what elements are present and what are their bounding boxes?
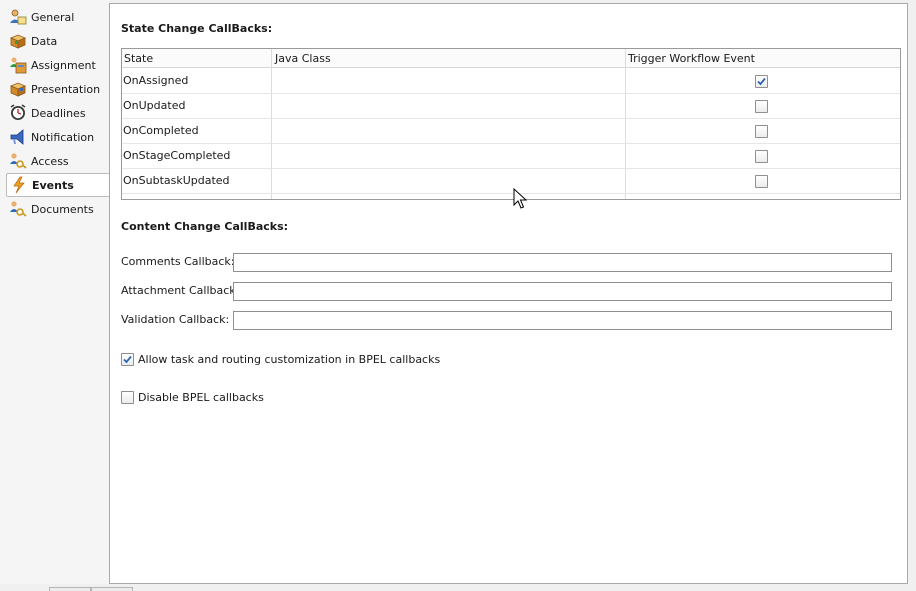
trigger-checkbox[interactable] [755,75,768,88]
validation-callback-label: Validation Callback: [121,313,230,326]
sidebar-item-access[interactable]: Access [8,150,109,172]
comments-callback-input[interactable] [233,253,892,272]
mouse-pointer-icon [513,188,527,209]
content-callbacks-title: Content Change CallBacks: [121,220,289,233]
sidebar-item-label: Data [31,34,58,48]
sidebar-item-label: Access [31,154,69,168]
sidebar-item-assignment[interactable]: Assignment [8,54,109,76]
trigger-checkbox[interactable] [755,100,768,113]
events-icon [9,175,29,195]
trigger-checkbox[interactable] [755,125,768,138]
column-header-trigger[interactable]: Trigger Workflow Event [626,49,755,68]
allow-customization-option[interactable]: Allow task and routing customization in … [121,353,440,366]
comments-callback-label: Comments Callback: [121,255,235,268]
bottom-tab[interactable] [49,587,91,591]
table-header: State Java Class Trigger Workflow Event [122,49,900,68]
table-row[interactable]: OnCompleted [122,119,900,144]
java-class-cell[interactable] [272,94,625,118]
disable-bpel-checkbox[interactable] [121,391,134,404]
sidebar-item-label: Notification [31,130,95,144]
table-row[interactable]: OnStageCompleted [122,144,900,169]
presentation-icon [8,79,28,99]
column-header-java-class[interactable]: Java Class [273,49,331,68]
sidebar-item-general[interactable]: General [8,6,109,28]
column-header-state[interactable]: State [122,49,153,68]
state-cell: OnSubtaskUpdated [123,174,230,187]
notification-icon [8,127,28,147]
bottom-strip [0,584,916,591]
attachment-callback-label: Attachment Callback: [121,284,240,297]
sidebar-item-label: Events [32,178,74,192]
attachment-callback-input[interactable] [233,282,892,301]
sidebar-item-label: Assignment [31,58,96,72]
bottom-tab[interactable] [91,587,133,591]
sidebar-item-data[interactable]: Data [8,30,109,52]
sidebar-item-label: General [31,10,75,24]
allow-customization-checkbox[interactable] [121,353,134,366]
sidebar-item-label: Deadlines [31,106,86,120]
table-row[interactable]: OnUpdated [122,94,900,119]
sidebar-item-label: Presentation [31,82,101,96]
table-row[interactable]: OnSubtaskUpdated [122,169,900,194]
java-class-cell[interactable] [272,69,625,93]
sidebar-item-label: Documents [31,202,94,216]
allow-customization-label: Allow task and routing customization in … [138,353,441,366]
sidebar-item-documents[interactable]: Documents [8,198,109,220]
sidebar: General Data Assignment Presentation Dea… [0,0,110,584]
sidebar-item-notification[interactable]: Notification [8,126,109,148]
validation-callback-input[interactable] [233,311,892,330]
data-icon [8,31,28,51]
table-row[interactable]: OnAssigned [122,69,900,94]
disable-bpel-option[interactable]: Disable BPEL callbacks [121,391,264,404]
task-editor-window: General Data Assignment Presentation Dea… [0,0,916,591]
state-cell: OnCompleted [123,124,199,137]
state-cell: OnStageCompleted [123,149,231,162]
access-icon [8,151,28,171]
state-cell: OnUpdated [123,99,186,112]
state-callbacks-table: State Java Class Trigger Workflow Event … [121,48,901,200]
events-panel: State Change CallBacks: State Java Class… [109,3,908,584]
state-callbacks-title: State Change CallBacks: [121,22,273,35]
sidebar-item-deadlines[interactable]: Deadlines [8,102,109,124]
documents-icon [8,199,28,219]
general-icon [8,7,28,27]
java-class-cell[interactable] [272,119,625,143]
java-class-cell[interactable] [272,169,625,193]
state-cell: OnAssigned [123,74,189,87]
sidebar-item-presentation[interactable]: Presentation [8,78,109,100]
java-class-cell[interactable] [272,144,625,168]
deadlines-icon [8,103,28,123]
sidebar-item-events[interactable]: Events [6,173,110,197]
trigger-checkbox[interactable] [755,150,768,163]
disable-bpel-label: Disable BPEL callbacks [138,391,264,404]
trigger-checkbox[interactable] [755,175,768,188]
assignment-icon [8,55,28,75]
